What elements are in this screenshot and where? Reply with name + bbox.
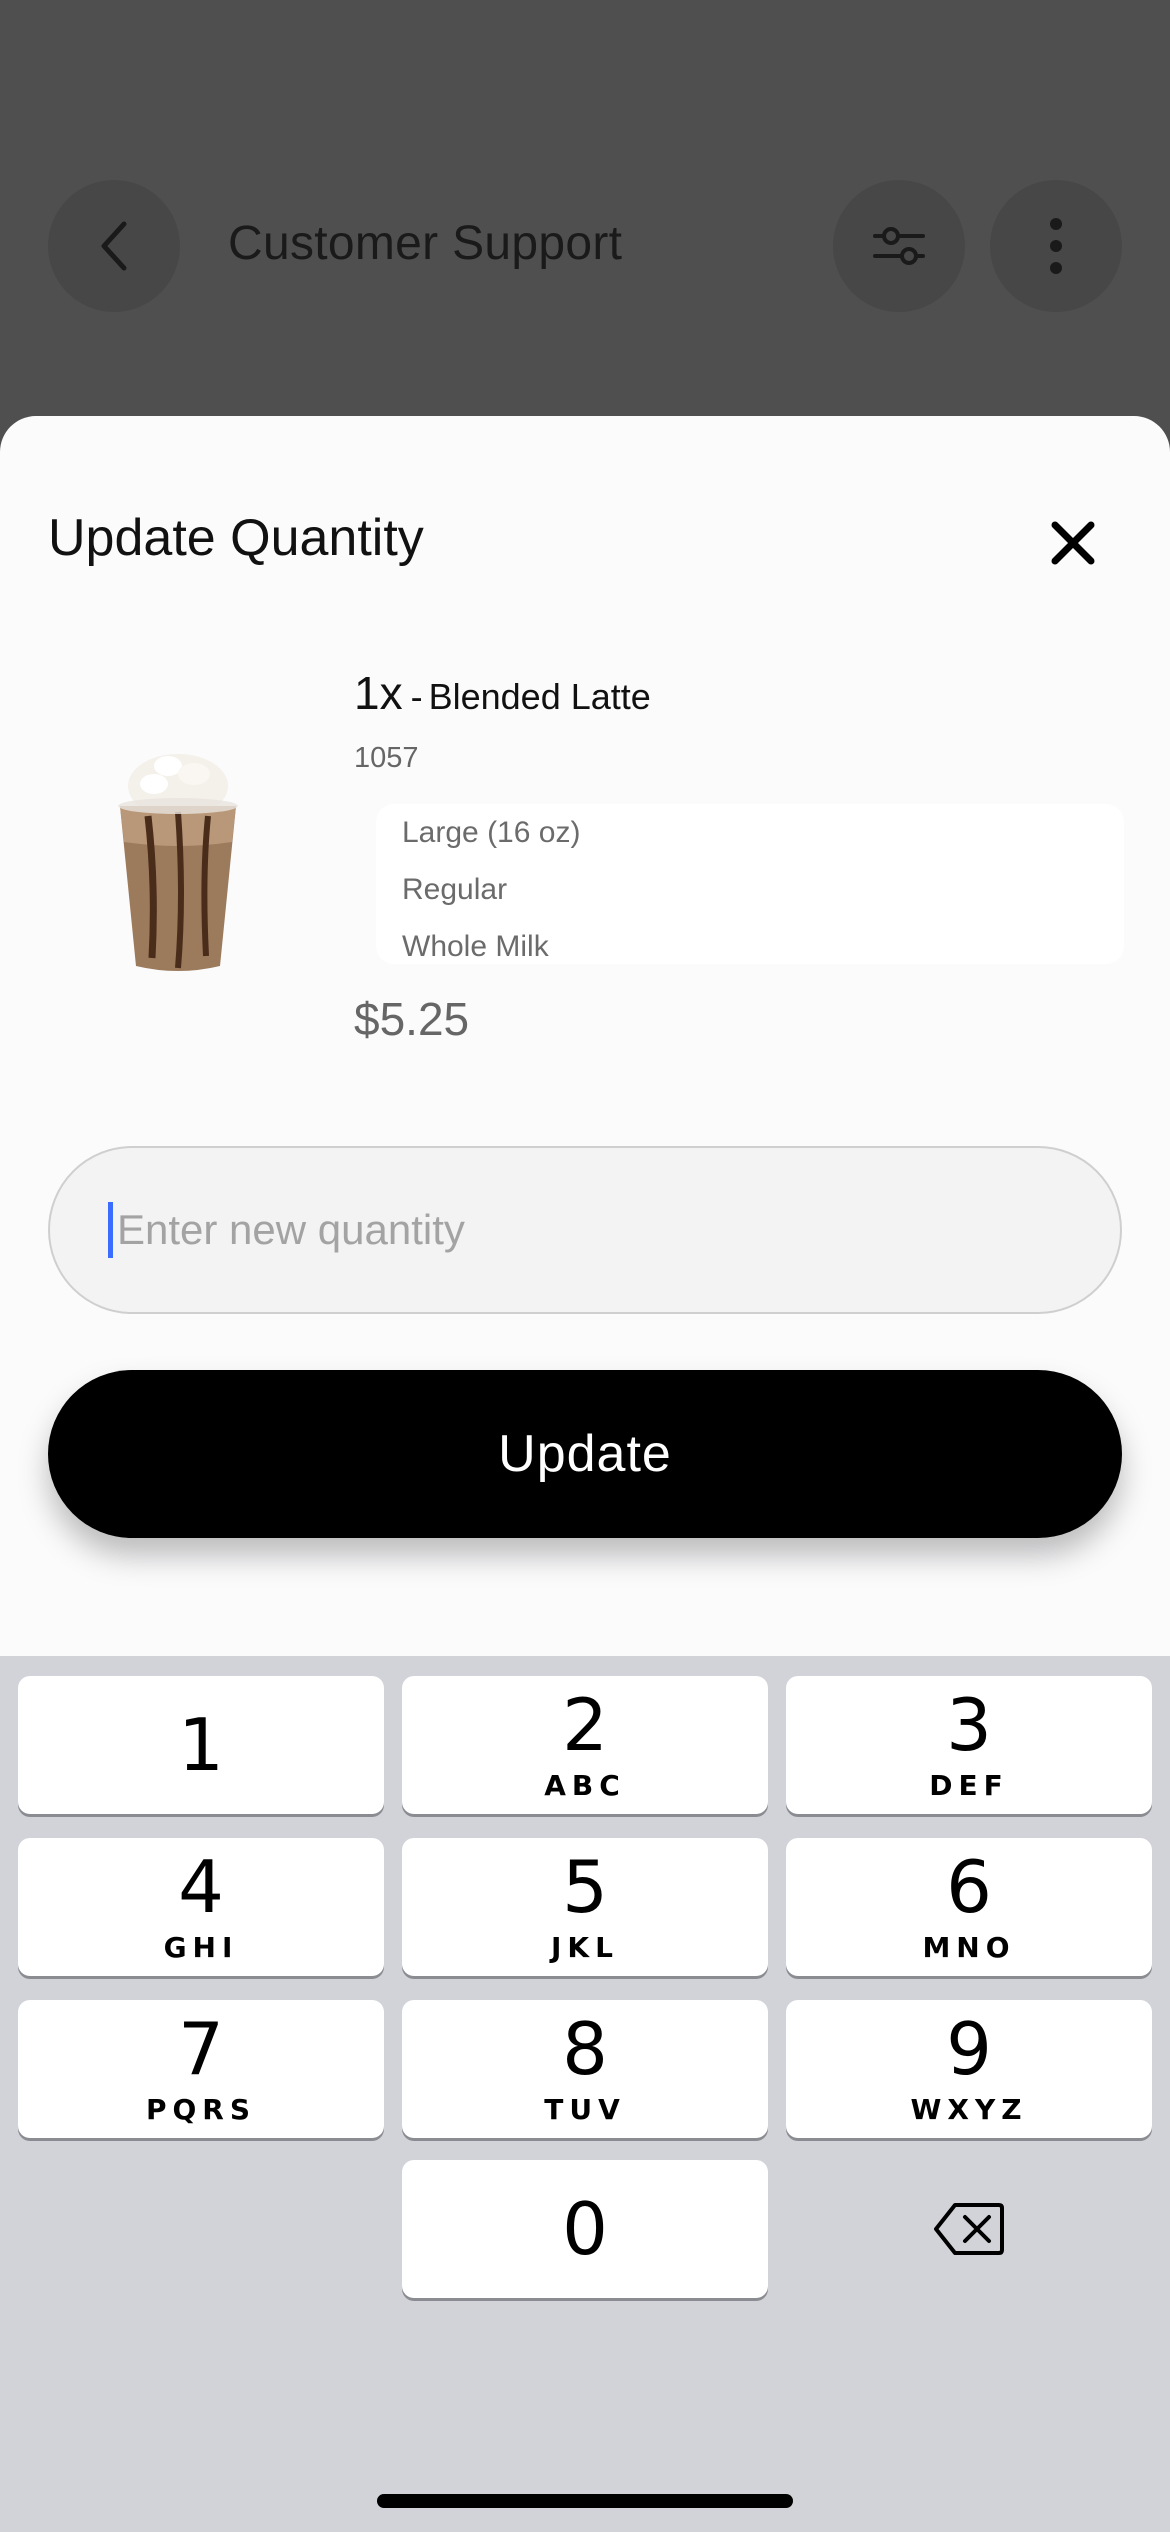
key-letters: DEF [929,1768,1009,1802]
more-options-button[interactable] [990,180,1122,312]
key-letters: GHI [163,1930,239,1964]
sliders-icon [873,227,925,265]
key-digit: 8 [562,2006,608,2091]
quantity-input-container[interactable] [48,1146,1122,1314]
update-quantity-sheet: Update Quantity 1x - Blended Latte 1057 … [0,416,1170,1656]
key-letters: TUV [544,2092,626,2126]
option-milk: Whole Milk [402,930,549,963]
item-quantity: 1x [354,667,403,719]
text-caret [108,1202,113,1258]
item-price: $5.25 [354,993,470,1045]
key-letters: JKL [551,1930,619,1964]
background-header: Customer Support [0,0,1170,400]
sheet-title: Update Quantity [48,509,424,567]
product-image [118,754,238,971]
filter-button[interactable] [833,180,965,312]
key-0[interactable]: 0 [402,2160,768,2298]
key-letters: WXYZ [910,2092,1028,2126]
key-5[interactable]: 5 JKL [402,1838,768,1976]
backspace-key[interactable] [786,2160,1152,2298]
key-7[interactable]: 7 PQRS [18,2000,384,2138]
key-9[interactable]: 9 WXYZ [786,2000,1152,2138]
key-3[interactable]: 3 DEF [786,1676,1152,1814]
key-letters: ABC [544,1768,626,1802]
more-vertical-icon [1050,218,1062,274]
key-digit: 2 [562,1682,608,1767]
key-digit: 4 [178,1844,224,1929]
numeric-keyboard: 1 2 ABC 3 DEF 4 GHI 5 JKL 6 MNO 7 PQRS 8… [0,1656,1170,2532]
key-4[interactable]: 4 GHI [18,1838,384,1976]
close-icon [1051,521,1095,565]
quantity-input[interactable] [117,1206,1017,1254]
backspace-icon [934,2203,1004,2255]
key-digit: 5 [562,1844,608,1929]
page-title: Customer Support [228,217,623,270]
item-options: Large (16 oz) Regular Whole Milk [376,804,1124,964]
key-8[interactable]: 8 TUV [402,2000,768,2138]
home-indicator [377,2494,793,2508]
update-button[interactable]: Update [48,1370,1122,1538]
chevron-left-icon [101,221,127,271]
key-digit: 9 [946,2006,992,2091]
key-6[interactable]: 6 MNO [786,1838,1152,1976]
key-digit: 1 [178,1703,224,1787]
key-digit: 0 [562,2187,608,2271]
back-button[interactable] [48,180,180,312]
item-code: 1057 [354,742,419,774]
key-letters: PQRS [145,2092,257,2126]
key-digit: 6 [946,1844,992,1929]
key-2[interactable]: 2 ABC [402,1676,768,1814]
key-digit: 7 [178,2006,224,2091]
key-1[interactable]: 1 [18,1676,384,1814]
option-style: Regular [402,873,508,906]
item-separator: - [410,676,423,717]
item-title-line: 1x - Blended Latte [354,666,651,720]
item-name: Blended Latte [428,676,651,717]
key-letters: MNO [922,1930,1016,1964]
option-size: Large (16 oz) [402,816,581,849]
key-digit: 3 [946,1682,992,1767]
close-button[interactable] [1038,508,1108,578]
